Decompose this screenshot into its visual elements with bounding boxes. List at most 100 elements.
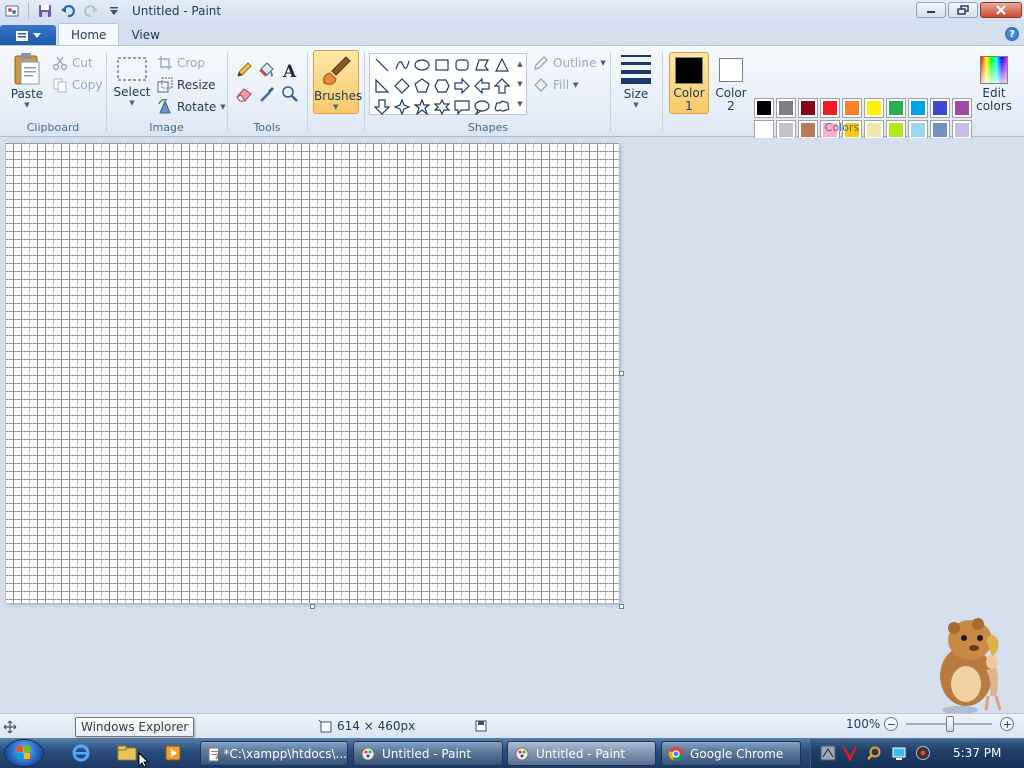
zoom-slider-thumb[interactable] bbox=[946, 716, 955, 732]
rectangle-shape-icon[interactable] bbox=[432, 55, 452, 74]
palette-color-swatch[interactable] bbox=[864, 98, 884, 118]
palette-color-swatch[interactable] bbox=[776, 98, 796, 118]
cloud-callout-shape-icon[interactable] bbox=[492, 97, 512, 116]
paint-app-icon bbox=[361, 747, 375, 760]
paste-icon bbox=[14, 53, 40, 85]
resize-handle-bottom[interactable] bbox=[310, 604, 315, 609]
oval-callout-shape-icon[interactable] bbox=[472, 97, 492, 116]
shapes-scrollbar[interactable]: ▲ ▼ ▼ bbox=[514, 54, 526, 114]
drawing-canvas[interactable] bbox=[5, 143, 619, 603]
up-arrow-shape-icon[interactable] bbox=[492, 76, 512, 95]
paint-menu-button[interactable] bbox=[0, 25, 56, 46]
outline-button[interactable]: Outline ▼ bbox=[533, 54, 606, 72]
brushes-button[interactable]: Brushes ▼ bbox=[313, 50, 362, 114]
select-button[interactable]: Select ▼ bbox=[113, 54, 151, 107]
triangle-shape-icon[interactable] bbox=[492, 55, 512, 74]
six-point-star-shape-icon[interactable] bbox=[432, 97, 452, 116]
line-shape-icon[interactable] bbox=[372, 55, 392, 74]
palette-color-swatch[interactable] bbox=[886, 98, 906, 118]
tools-group-label: Tools bbox=[253, 121, 281, 134]
palette-color-swatch[interactable] bbox=[908, 98, 928, 118]
task-paint-1[interactable]: Untitled - Paint bbox=[353, 741, 503, 766]
magnifier-icon[interactable] bbox=[279, 84, 301, 104]
palette-color-swatch[interactable] bbox=[952, 98, 972, 118]
scroll-up-icon[interactable]: ▲ bbox=[517, 60, 522, 68]
right-triangle-shape-icon[interactable] bbox=[372, 76, 392, 95]
task-notepad[interactable]: *C:\xampp\htdocs\... bbox=[200, 741, 348, 766]
resize-handle-corner[interactable] bbox=[619, 604, 624, 609]
rounded-rectangle-shape-icon[interactable] bbox=[452, 55, 472, 74]
scroll-down-icon[interactable]: ▼ bbox=[517, 80, 522, 88]
resize-handle-right[interactable] bbox=[619, 371, 624, 376]
zoom-slider[interactable] bbox=[906, 716, 993, 732]
minimize-button[interactable] bbox=[916, 2, 946, 18]
close-button[interactable] bbox=[980, 2, 1022, 18]
color1-button[interactable]: Color 1 bbox=[669, 52, 709, 114]
media-tray-icon[interactable] bbox=[915, 745, 931, 761]
polygon-shape-icon[interactable] bbox=[472, 55, 492, 74]
windows-explorer-icon[interactable] bbox=[116, 743, 138, 763]
zoom-out-button[interactable]: − bbox=[884, 717, 899, 731]
media-player-icon[interactable] bbox=[162, 743, 184, 763]
line-size-icon bbox=[621, 55, 651, 84]
rotate-button[interactable]: Rotate ▼ bbox=[157, 98, 226, 116]
undo-icon[interactable] bbox=[58, 2, 78, 20]
internet-explorer-icon[interactable] bbox=[70, 743, 92, 763]
color-picker-icon[interactable] bbox=[256, 84, 278, 104]
group-separator bbox=[227, 52, 228, 132]
palette-color-swatch[interactable] bbox=[798, 98, 818, 118]
down-arrow-shape-icon[interactable] bbox=[372, 97, 392, 116]
customize-qat-icon[interactable] bbox=[104, 2, 124, 20]
chevron-down-icon: ▼ bbox=[600, 59, 606, 67]
edit-colors-button[interactable]: Edit colors bbox=[974, 52, 1014, 114]
text-icon[interactable]: A bbox=[279, 60, 301, 80]
fill-icon[interactable] bbox=[256, 60, 278, 80]
shapes-group-label: Shapes bbox=[467, 121, 509, 134]
paste-button[interactable]: Paste ▼ bbox=[8, 52, 46, 109]
ribbon-home: Paste ▼ Cut Copy Clipboard Select ▼ Crop… bbox=[0, 45, 1024, 162]
pentagon-shape-icon[interactable] bbox=[412, 76, 432, 95]
curve-shape-icon[interactable] bbox=[392, 55, 412, 74]
restore-button[interactable] bbox=[948, 2, 978, 18]
paint-app-icon[interactable] bbox=[2, 2, 22, 20]
task-chrome[interactable]: Google Chrome bbox=[661, 741, 801, 766]
fill-button[interactable]: Fill ▼ bbox=[533, 76, 578, 94]
size-button[interactable]: Size ▼ bbox=[616, 52, 656, 109]
pencil-icon[interactable] bbox=[233, 60, 255, 80]
search-tray-icon[interactable] bbox=[866, 745, 882, 761]
palette-color-swatch[interactable] bbox=[820, 98, 840, 118]
task-paint-2[interactable]: Untitled - Paint bbox=[507, 741, 656, 766]
right-arrow-shape-icon[interactable] bbox=[452, 76, 472, 95]
save-icon[interactable] bbox=[35, 2, 55, 20]
expand-gallery-icon[interactable]: ▼ bbox=[517, 100, 522, 108]
copy-icon bbox=[53, 78, 67, 93]
rect-callout-shape-icon[interactable] bbox=[452, 97, 472, 116]
redo-icon[interactable] bbox=[81, 2, 101, 20]
palette-color-swatch[interactable] bbox=[930, 98, 950, 118]
four-point-star-shape-icon[interactable] bbox=[392, 97, 412, 116]
resize-button[interactable]: Resize bbox=[157, 76, 215, 94]
palette-color-swatch[interactable] bbox=[754, 98, 774, 118]
eraser-icon[interactable] bbox=[233, 84, 255, 104]
five-point-star-shape-icon[interactable] bbox=[412, 97, 432, 116]
help-icon[interactable]: ? bbox=[1005, 27, 1019, 41]
copy-button[interactable]: Copy bbox=[52, 76, 102, 94]
color1-swatch bbox=[675, 57, 703, 84]
antivirus-icon[interactable] bbox=[842, 745, 858, 761]
zoom-control: 100% − + bbox=[846, 716, 1015, 732]
crop-button[interactable]: Crop bbox=[157, 54, 205, 72]
tray-app-icon[interactable] bbox=[820, 745, 836, 761]
zoom-in-button[interactable]: + bbox=[1000, 717, 1015, 731]
hexagon-shape-icon[interactable] bbox=[432, 76, 452, 95]
palette-color-swatch[interactable] bbox=[842, 98, 862, 118]
tab-home[interactable]: Home bbox=[58, 23, 120, 46]
cut-button[interactable]: Cut bbox=[52, 54, 93, 72]
color2-button[interactable]: Color 2 bbox=[711, 52, 751, 114]
left-arrow-shape-icon[interactable] bbox=[472, 76, 492, 95]
diamond-shape-icon[interactable] bbox=[392, 76, 412, 95]
start-button[interactable] bbox=[4, 739, 44, 767]
display-tray-icon[interactable] bbox=[891, 745, 907, 761]
shapes-grid bbox=[372, 55, 512, 116]
tab-view[interactable]: View bbox=[119, 23, 171, 46]
oval-shape-icon[interactable] bbox=[412, 55, 432, 74]
